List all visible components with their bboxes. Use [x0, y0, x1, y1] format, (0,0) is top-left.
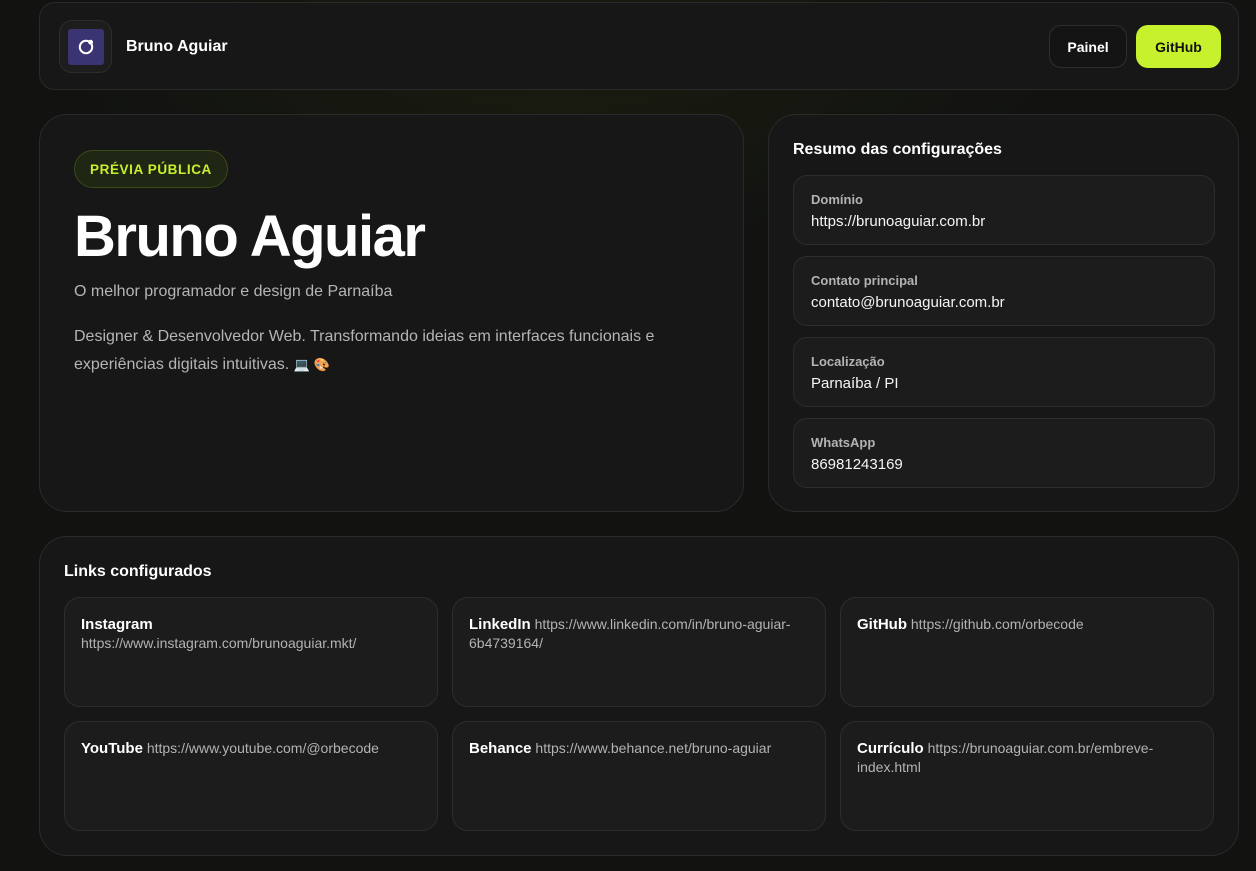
link-item-youtube[interactable]: YouTube https://www.youtube.com/@orbecod… [64, 721, 438, 831]
link-item-behance[interactable]: Behance https://www.behance.net/bruno-ag… [452, 721, 826, 831]
link-url[interactable]: https://www.instagram.com/brunoaguiar.mk… [81, 635, 356, 651]
link-name: LinkedIn [469, 616, 531, 633]
field-value: https://brunoaguiar.com.br [811, 213, 986, 230]
link-url[interactable]: https://github.com/orbecode [911, 616, 1084, 632]
link-name: Behance [469, 740, 532, 757]
location-field: Localização Parnaíba / PI [793, 337, 1215, 407]
field-value: Parnaíba / PI [811, 375, 899, 392]
github-button[interactable]: GitHub [1136, 25, 1221, 68]
settings-summary-card: Resumo das configurações Domínio https:/… [768, 114, 1239, 512]
profile-preview-card: PRÉVIA PÚBLICA Bruno Aguiar O melhor pro… [39, 114, 744, 512]
link-item-github[interactable]: GitHub https://github.com/orbecode [840, 597, 1214, 707]
field-label: Localização [811, 354, 885, 369]
configured-links-card: Links configurados Instagram https://www… [39, 536, 1239, 856]
logo[interactable] [59, 20, 112, 73]
link-item-linkedin[interactable]: LinkedIn https://www.linkedin.com/in/bru… [452, 597, 826, 707]
laptop-palette-emoji-icon: 💻 🎨 [293, 357, 330, 372]
brand-name[interactable]: Bruno Aguiar [126, 38, 228, 56]
field-label: WhatsApp [811, 435, 876, 450]
link-name: YouTube [81, 740, 143, 757]
links-title: Links configurados [64, 563, 212, 580]
profile-title: Bruno Aguiar [74, 204, 426, 269]
profile-description-text: Designer & Desenvolvedor Web. Transforma… [74, 328, 655, 373]
painel-button[interactable]: Painel [1049, 25, 1127, 68]
field-label: Contato principal [811, 273, 918, 288]
field-label: Domínio [811, 192, 863, 207]
link-name: Currículo [857, 740, 924, 757]
orbit-logo-icon [68, 29, 104, 65]
top-header: Bruno Aguiar Painel GitHub [39, 2, 1239, 90]
domain-field: Domínio https://brunoaguiar.com.br [793, 175, 1215, 245]
whatsapp-field: WhatsApp 86981243169 [793, 418, 1215, 488]
field-value: 86981243169 [811, 456, 903, 473]
link-item-curriculo[interactable]: Currículo https://brunoaguiar.com.br/emb… [840, 721, 1214, 831]
profile-subtitle: O melhor programador e design de Parnaíb… [74, 283, 393, 300]
link-url[interactable]: https://www.youtube.com/@orbecode [147, 740, 379, 756]
link-url[interactable]: https://www.behance.net/bruno-aguiar [535, 740, 771, 756]
summary-title: Resumo das configurações [793, 141, 1002, 158]
field-value: contato@brunoaguiar.com.br [811, 294, 1005, 311]
public-preview-badge: PRÉVIA PÚBLICA [74, 150, 228, 188]
link-item-instagram[interactable]: Instagram https://www.instagram.com/brun… [64, 597, 438, 707]
profile-description: Designer & Desenvolvedor Web. Transforma… [74, 323, 694, 379]
link-name: GitHub [857, 616, 907, 633]
link-name: Instagram [81, 616, 153, 633]
contact-field: Contato principal contato@brunoaguiar.co… [793, 256, 1215, 326]
